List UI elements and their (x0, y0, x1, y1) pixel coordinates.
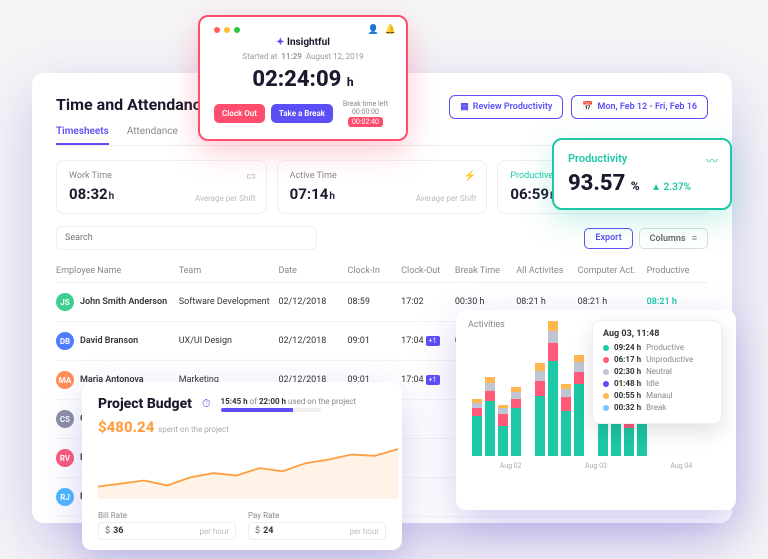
activities-tooltip: Aug 03, 11:48 09:24 hProductive06:17 hUn… (592, 320, 722, 424)
table-header-cell[interactable]: Clock-Out (401, 266, 455, 276)
date-cell: 02/12/2018 (278, 336, 347, 346)
clockin-cell: 09:01 (347, 336, 401, 346)
productivity-widget: 〰 Productivity 93.57 % ▲ 2.37% (552, 138, 732, 210)
review-productivity-button[interactable]: ▦ Review Productivity (449, 95, 563, 119)
timer-elapsed: 02:24:09 h (214, 67, 392, 92)
columns-button[interactable]: Columns ≡ (639, 228, 708, 249)
user-icon[interactable]: 👤 (368, 25, 379, 35)
legend-item: 00:32 hBreak (603, 403, 711, 412)
pay-rate-label: Pay Rate (248, 511, 386, 520)
grid-icon: ▦ (460, 102, 469, 112)
legend-dot-icon (603, 369, 609, 375)
table-header-cell[interactable]: Computer Act. (578, 266, 647, 276)
productivity-delta: ▲ 2.37% (651, 182, 691, 193)
clock-out-button[interactable]: Clock Out (214, 104, 265, 123)
table-header-cell[interactable]: All Activites (516, 266, 577, 276)
legend-dot-icon (603, 381, 609, 387)
minimize-icon[interactable] (224, 27, 230, 33)
chart-bar[interactable] (472, 399, 482, 456)
bell-icon[interactable]: 🔔 (385, 25, 396, 35)
window-controls (214, 27, 392, 33)
brand-logo: Insightful (214, 37, 392, 48)
legend-item: 06:17 hUnproductive (603, 355, 711, 364)
take-break-button[interactable]: Take a Break (271, 104, 333, 123)
legend-item: 09:24 hProductive (603, 343, 711, 352)
avatar: DB (56, 332, 74, 350)
date-range-button[interactable]: 📅 Mon, Feb 12 - Fri, Feb 16 (571, 95, 708, 119)
clock-icon: ⏱ (202, 397, 211, 411)
chart-bar[interactable] (485, 377, 495, 456)
bolt-icon: ⚡ (464, 171, 476, 182)
timer-widget: 👤 🔔 Insightful Started at 11:29 August 1… (198, 15, 408, 141)
pay-rate-input[interactable]: $24per hour (248, 522, 386, 540)
productive-cell: 08:21 h (647, 297, 708, 307)
stat-active-time: ⚡ Active Time 07:14h Average per Shift (277, 160, 488, 214)
legend-dot-icon (603, 393, 609, 399)
table-header-cell[interactable]: Productive (647, 266, 708, 276)
table-header-cell[interactable]: Team (179, 266, 279, 276)
bill-rate-input[interactable]: $36per hour (98, 522, 236, 540)
legend-item: 00:55 hManaul (603, 391, 711, 400)
timer-started-label: Started at 11:29 August 12, 2019 (214, 52, 392, 61)
budget-title: Project Budget (98, 396, 192, 412)
legend-item: 02:30 hNeutral (603, 367, 711, 376)
calendar-icon: ▭ (246, 171, 255, 182)
maximize-icon[interactable] (234, 27, 240, 33)
employee-name: John Smith Anderson (80, 297, 167, 307)
search-input[interactable] (56, 226, 317, 250)
break-time-info: Break time left 00:00:00 00:02:40 (339, 100, 392, 127)
project-budget-widget: Project Budget ⏱ 15:45 h of 22:00 h used… (82, 382, 402, 550)
tab-timesheets[interactable]: Timesheets (56, 126, 109, 145)
avatar: MA (56, 371, 74, 389)
budget-amount: $480.24 spent on the project (98, 418, 386, 436)
chart-bar[interactable] (574, 355, 584, 456)
bar-group (472, 377, 521, 456)
x-axis-label: Aug 03 (585, 462, 607, 470)
chart-bar[interactable] (548, 321, 558, 456)
clockout-cell: 17:04+1 (401, 375, 455, 385)
avatar: JS (56, 293, 74, 311)
avatar: RJ (56, 488, 74, 506)
calendar-icon: 📅 (582, 102, 593, 112)
bar-group (535, 321, 584, 456)
legend-item: 01:48 hIdle (603, 379, 711, 388)
team-cell: Software Development (179, 297, 279, 307)
avatar: CS (56, 410, 74, 428)
legend-dot-icon (603, 345, 609, 351)
comp-act-cell: 08:21 h (578, 297, 647, 307)
trend-icon: 〰 (706, 152, 718, 169)
clockout-cell: 17:02 (401, 297, 455, 307)
bill-rate-label: Bill Rate (98, 511, 236, 520)
all-act-cell: 08:21 h (516, 297, 577, 307)
budget-progress (221, 408, 321, 412)
export-button[interactable]: Export (584, 228, 632, 249)
legend-dot-icon (603, 405, 609, 411)
stat-work-time: ▭ Work Time 08:32h Average per Shift (56, 160, 267, 214)
productivity-value: 93.57 % (568, 171, 645, 196)
x-axis-label: Aug 04 (670, 462, 692, 470)
chart-bar[interactable] (511, 387, 521, 456)
close-icon[interactable] (214, 27, 220, 33)
table-header-cell[interactable]: Break Time (455, 266, 516, 276)
table-header-cell[interactable]: Clock-In (347, 266, 401, 276)
clockout-cell: 17:04+1 (401, 336, 455, 346)
legend-dot-icon (603, 357, 609, 363)
avatar: RV (56, 449, 74, 467)
x-axis-label: Aug 02 (500, 462, 522, 470)
clockin-cell: 08:59 (347, 297, 401, 307)
budget-line-chart (98, 444, 398, 499)
chart-bar[interactable] (561, 384, 571, 456)
chart-bar[interactable] (535, 363, 545, 456)
chart-bar[interactable] (498, 405, 508, 456)
break-cell: 00:30 h (455, 297, 516, 307)
filter-icon: ≡ (692, 234, 697, 244)
table-header-cell[interactable]: Date (278, 266, 347, 276)
productivity-title: Productivity (568, 152, 716, 165)
employee-name: David Branson (80, 336, 138, 346)
date-cell: 02/12/2018 (278, 297, 347, 307)
budget-hours-used: 15:45 h of 22:00 h used on the project (221, 397, 357, 406)
tab-attendance[interactable]: Attendance (127, 126, 178, 145)
team-cell: UX/UI Design (179, 336, 279, 346)
table-header-cell[interactable]: Employee Name (56, 266, 179, 276)
